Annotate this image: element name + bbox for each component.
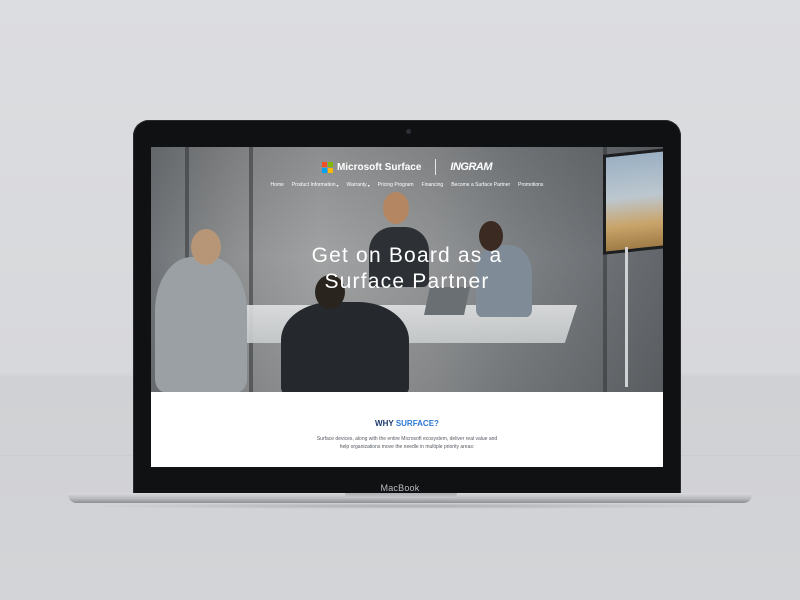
chevron-down-icon: ▾	[367, 182, 370, 188]
logo-divider	[435, 159, 437, 175]
nav-item-home[interactable]: Home	[271, 182, 284, 188]
microsoft-logo-icon	[321, 161, 333, 173]
product-mockup-scene: Microsoft Surface INGRAM Home Product In…	[0, 0, 800, 600]
ingram-logo[interactable]: INGRAM	[450, 161, 492, 173]
body-line: help organizations move the needle in mu…	[339, 444, 475, 450]
nav-label: Warranty	[346, 182, 367, 188]
why-surface-body: Surface devices, along with the entire M…	[292, 435, 522, 451]
nav-label: Home	[270, 182, 284, 188]
nav-label: Promotions	[518, 182, 544, 188]
nav-item-pricing-program[interactable]: Pricing Program	[378, 182, 414, 188]
hero-banner: Microsoft Surface INGRAM Home Product In…	[151, 147, 663, 392]
nav-label: Pricing Program	[377, 182, 414, 188]
nav-label: Product Information	[291, 182, 336, 188]
nav-item-become-partner[interactable]: Become a Surface Partner	[451, 182, 510, 188]
nav-item-product-information[interactable]: Product Information ▾	[292, 182, 339, 188]
body-line: Surface devices, along with the entire M…	[316, 436, 498, 442]
macbook-label: MacBook	[380, 483, 420, 493]
heading-accent: SURFACE?	[395, 419, 439, 428]
nav-label: Become a Surface Partner	[451, 182, 511, 188]
logo-square-red	[321, 161, 327, 167]
main-nav: Home Product Information ▾ Warranty ▾ Pric…	[151, 182, 663, 188]
logo-square-green	[327, 161, 333, 167]
brand-name: Microsoft Surface	[336, 161, 422, 173]
laptop-screen: Microsoft Surface INGRAM Home Product In…	[151, 147, 663, 467]
logo-square-yellow	[327, 167, 333, 173]
hero-title-line2: Surface Partner	[324, 270, 490, 293]
laptop-notch	[345, 493, 457, 498]
chevron-down-icon: ▾	[336, 182, 339, 188]
hero-title-line1: Get on Board as a	[311, 244, 503, 267]
nav-item-financing[interactable]: Financing	[422, 182, 444, 188]
nav-label: Financing	[421, 182, 444, 188]
laptop-shadow	[80, 503, 740, 509]
nav-item-promotions[interactable]: Promotions	[518, 182, 543, 188]
microsoft-surface-logo[interactable]: Microsoft Surface	[321, 161, 422, 173]
nav-item-warranty[interactable]: Warranty ▾	[347, 182, 370, 188]
person-back-head	[383, 192, 409, 224]
webcam-icon	[406, 129, 411, 134]
heading-prefix: WHY	[375, 419, 394, 428]
why-surface-section: WHY SURFACE? Surface devices, along with…	[151, 392, 663, 467]
header-logos: Microsoft Surface INGRAM	[151, 159, 663, 175]
logo-square-blue	[321, 167, 327, 173]
person-foreground	[281, 302, 409, 392]
why-surface-heading: WHY SURFACE?	[151, 419, 663, 428]
hero-title: Get on Board as a Surface Partner	[151, 243, 663, 295]
